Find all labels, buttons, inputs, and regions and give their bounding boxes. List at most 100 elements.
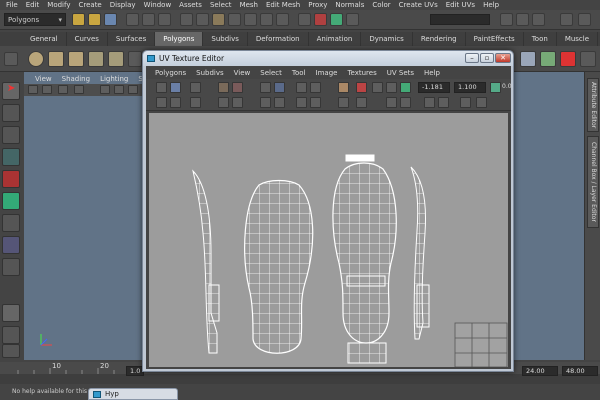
shelf-tab[interactable]: Polygons xyxy=(155,32,204,46)
layout-four-icon[interactable] xyxy=(2,326,20,344)
menu-item[interactable]: Help xyxy=(479,0,503,10)
uv-relax-icon[interactable] xyxy=(232,97,243,108)
uv-refresh-icon[interactable] xyxy=(490,82,501,93)
menu-item[interactable]: Display xyxy=(106,0,140,10)
quick-select-field[interactable] xyxy=(430,14,490,25)
shelf-tab[interactable]: Toon xyxy=(524,32,557,46)
menu-item[interactable]: Normals xyxy=(331,0,368,10)
shelf-tab[interactable]: General xyxy=(22,32,67,46)
end-time-field[interactable]: 24.00 xyxy=(522,366,558,376)
mask-icon[interactable] xyxy=(196,13,209,26)
uv-menu-item[interactable]: Help xyxy=(419,68,445,78)
shelf-tab[interactable]: Surfaces xyxy=(108,32,156,46)
viewport-menu-item[interactable]: Shading xyxy=(57,74,95,84)
uv-border-icon[interactable] xyxy=(400,97,411,108)
snap-grid-icon[interactable] xyxy=(212,13,225,26)
u-value-field[interactable]: -1.181 xyxy=(418,82,450,93)
menu-item[interactable]: Modify xyxy=(43,0,74,10)
uv-menu-item[interactable]: Textures xyxy=(342,68,381,78)
smooth-shade-icon[interactable] xyxy=(114,85,124,94)
close-button[interactable]: ✕ xyxy=(495,53,511,63)
menu-item[interactable]: Edit UVs xyxy=(442,0,479,10)
viewport-menu-item[interactable]: Lighting xyxy=(95,74,133,84)
uv-paste-v-icon[interactable] xyxy=(476,97,487,108)
menu-item[interactable]: Edit Mesh xyxy=(262,0,304,10)
poly-plane-icon[interactable] xyxy=(88,51,104,67)
tool-settings-icon[interactable] xyxy=(516,13,529,26)
mode-selector[interactable]: Polygons ▾ xyxy=(4,13,66,26)
uv-editor-titlebar[interactable]: UV Texture Editor – ▫ ✕ xyxy=(143,51,513,66)
uv-image-icon[interactable] xyxy=(338,82,349,93)
shelf-tab[interactable]: Animation xyxy=(309,32,362,46)
grid-icon[interactable] xyxy=(74,85,84,94)
maximize-button[interactable]: ▫ xyxy=(480,53,494,63)
max-time-field[interactable]: 48.00 xyxy=(562,366,598,376)
uv-canvas[interactable] xyxy=(149,113,508,368)
manipulator-icon[interactable] xyxy=(2,214,20,232)
select-object-icon[interactable] xyxy=(142,13,155,26)
snap-plane-icon[interactable] xyxy=(260,13,273,26)
extrude-icon[interactable] xyxy=(128,51,142,67)
wireframe-icon[interactable] xyxy=(100,85,110,94)
select-tool-icon[interactable]: ➤ xyxy=(2,82,20,100)
uv-filter-icon[interactable] xyxy=(372,82,383,93)
shelf-menu-icon[interactable] xyxy=(4,52,18,66)
camera-attr-icon[interactable] xyxy=(42,85,52,94)
uv-menu-item[interactable]: Image xyxy=(311,68,343,78)
shelf-tab[interactable]: Subdivs xyxy=(203,32,248,46)
menu-item[interactable]: File xyxy=(2,0,22,10)
bookmark-icon[interactable] xyxy=(58,85,68,94)
uv-rotate-icon[interactable] xyxy=(232,82,243,93)
snap-curve-icon[interactable] xyxy=(228,13,241,26)
shelf-tab[interactable]: Muscle xyxy=(557,32,599,46)
shelf-tab[interactable]: PaintEffects xyxy=(466,32,524,46)
uv-isolate-icon[interactable] xyxy=(156,97,167,108)
save-scene-icon[interactable] xyxy=(104,13,117,26)
menu-item[interactable]: Mesh xyxy=(236,0,262,10)
poly-cube-icon[interactable] xyxy=(48,51,64,67)
uv-shell-icon[interactable] xyxy=(170,97,181,108)
layout-outliner-icon[interactable] xyxy=(2,344,20,358)
shelf-tab[interactable]: Deformation xyxy=(248,32,309,46)
uv-sew-icon[interactable] xyxy=(274,82,285,93)
menu-item[interactable]: Window xyxy=(140,0,176,10)
uv-snap-icon[interactable] xyxy=(310,82,321,93)
channel-box-tab[interactable]: Channel Box / Layer Editor xyxy=(587,136,599,228)
poly-sphere-icon[interactable] xyxy=(28,51,44,67)
attribute-editor-icon[interactable] xyxy=(500,13,513,26)
uv-checker-icon[interactable] xyxy=(356,82,367,93)
paint-select-icon[interactable] xyxy=(2,126,20,144)
range-slider[interactable]: 1.0 24.00 48.00 xyxy=(0,366,600,384)
uv-normalize-icon[interactable] xyxy=(296,97,307,108)
uv-menu-item[interactable]: Tool xyxy=(287,68,311,78)
channel-box-icon[interactable] xyxy=(532,13,545,26)
uv-menu-item[interactable]: UV Sets xyxy=(382,68,419,78)
poly-torus-icon[interactable] xyxy=(108,51,124,67)
layout-single-icon[interactable] xyxy=(2,304,20,322)
poly-cylinder-icon[interactable] xyxy=(68,51,84,67)
uv-distort-icon[interactable] xyxy=(386,97,397,108)
menu-item[interactable]: Select xyxy=(206,0,236,10)
uv-tool-icon[interactable] xyxy=(520,51,536,67)
uv-copy-icon[interactable] xyxy=(310,97,321,108)
uv-select-icon[interactable] xyxy=(156,82,167,93)
ipr-render-icon[interactable] xyxy=(330,13,343,26)
uv-move-icon[interactable] xyxy=(170,82,181,93)
lasso-tool-icon[interactable] xyxy=(2,104,20,122)
uv-dim-icon[interactable] xyxy=(400,82,411,93)
v-value-field[interactable]: 1.100 xyxy=(454,82,486,93)
layout-icon[interactable] xyxy=(560,13,573,26)
uv-smudge-icon[interactable] xyxy=(260,97,271,108)
history-icon[interactable] xyxy=(298,13,311,26)
uv-paste-icon[interactable] xyxy=(338,97,349,108)
uv-unfold-icon[interactable] xyxy=(218,97,229,108)
last-tool-icon[interactable] xyxy=(2,258,20,276)
select-hierarchy-icon[interactable] xyxy=(126,13,139,26)
select-component-icon[interactable] xyxy=(158,13,171,26)
uv-grid-icon[interactable] xyxy=(386,82,397,93)
uv-menu-item[interactable]: Polygons xyxy=(150,68,191,78)
rotate-tool-icon[interactable] xyxy=(2,170,20,188)
new-scene-icon[interactable] xyxy=(72,13,85,26)
uv-paste-values-icon[interactable] xyxy=(438,97,449,108)
planar-map-icon[interactable] xyxy=(540,51,556,67)
